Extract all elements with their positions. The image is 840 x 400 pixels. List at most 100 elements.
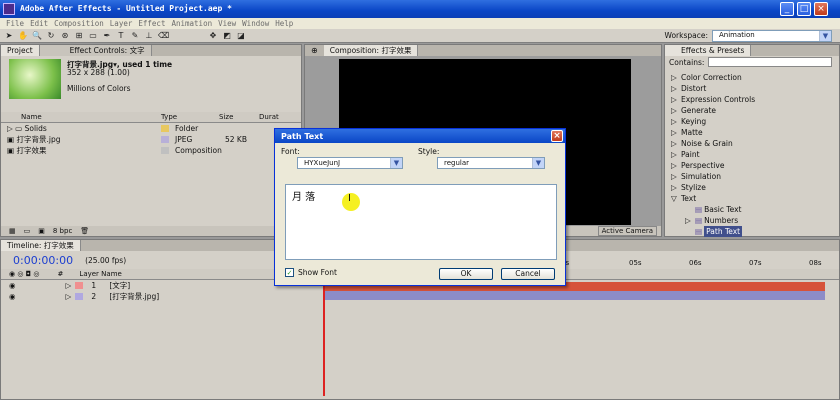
rectangle-mask-icon[interactable]: ▭ bbox=[88, 31, 98, 41]
column-duration[interactable]: Durat bbox=[259, 113, 279, 121]
effects-item[interactable]: ▷ Generate bbox=[665, 105, 839, 116]
interpret-footage-icon[interactable]: ▦ bbox=[9, 227, 16, 235]
label-color-swatch[interactable] bbox=[161, 125, 169, 132]
menu-animation[interactable]: Animation bbox=[171, 19, 212, 28]
world-axis-icon[interactable]: ◪ bbox=[236, 31, 246, 41]
timecode-display[interactable]: 0:00:00:00 bbox=[13, 254, 73, 267]
lock-icon[interactable]: ⊕ bbox=[311, 46, 318, 55]
label-color-swatch[interactable] bbox=[161, 136, 169, 143]
expand-arrow-icon[interactable]: ▷ bbox=[66, 291, 72, 302]
pan-behind-icon[interactable]: ⊞ bbox=[74, 31, 84, 41]
expand-arrow-icon[interactable]: ▷ bbox=[671, 149, 681, 160]
column-name[interactable]: Name bbox=[1, 113, 161, 121]
font-select[interactable]: HYXueJunJ ▼ bbox=[297, 157, 403, 169]
show-font-checkbox[interactable]: ✓ bbox=[285, 268, 294, 277]
maximize-button[interactable]: □ bbox=[797, 2, 811, 16]
time-ruler[interactable]: 4s 05s 06s 07s 08s bbox=[561, 258, 825, 268]
expand-arrow-icon[interactable]: ▷ bbox=[685, 215, 695, 226]
layer-name-header[interactable]: Layer Name bbox=[79, 270, 121, 278]
layer-name[interactable]: [文字] bbox=[109, 280, 130, 291]
project-row[interactable]: ▣ 打字效果 Composition bbox=[1, 145, 301, 156]
axis-icon[interactable]: ✥ bbox=[208, 31, 218, 41]
expand-arrow-icon[interactable]: ▷ bbox=[66, 280, 72, 291]
expand-arrow-icon[interactable]: ▽ bbox=[671, 193, 681, 204]
tab-effect-controls[interactable]: Effect Controls: 文字 bbox=[39, 45, 152, 56]
expand-arrow-icon[interactable]: ▷ bbox=[671, 171, 681, 182]
menu-composition[interactable]: Composition bbox=[54, 19, 104, 28]
new-folder-icon[interactable]: ▭ bbox=[24, 227, 31, 235]
effects-item[interactable]: ▷ Simulation bbox=[665, 171, 839, 182]
expand-arrow-icon[interactable]: ▷ bbox=[671, 182, 681, 193]
tab-effects-presets[interactable]: Effects & Presets bbox=[665, 45, 752, 56]
tab-composition[interactable]: Composition: 打字效果 bbox=[323, 45, 419, 56]
minimize-button[interactable]: _ bbox=[780, 2, 794, 16]
tab-project[interactable]: Project bbox=[1, 45, 40, 56]
effects-item[interactable]: ▤ Basic Text bbox=[665, 204, 839, 215]
pen-tool-icon[interactable]: ✒ bbox=[102, 31, 112, 41]
layer-name[interactable]: [打字背景.jpg] bbox=[109, 291, 159, 302]
layer-bar-2[interactable] bbox=[325, 291, 825, 300]
style-select[interactable]: regular ▼ bbox=[437, 157, 545, 169]
type-tool-icon[interactable]: T bbox=[116, 31, 126, 41]
menu-edit[interactable]: Edit bbox=[30, 19, 48, 28]
label-color-swatch[interactable] bbox=[75, 282, 84, 289]
tab-timeline[interactable]: Timeline: 打字效果 bbox=[1, 240, 81, 251]
expand-arrow-icon[interactable]: ▷ bbox=[671, 116, 681, 127]
dialog-close-button[interactable]: × bbox=[551, 130, 563, 142]
menu-effect[interactable]: Effect bbox=[138, 19, 165, 28]
cancel-button[interactable]: Cancel bbox=[501, 268, 555, 280]
ok-button[interactable]: OK bbox=[439, 268, 493, 280]
zoom-tool-icon[interactable]: 🔍 bbox=[32, 31, 42, 41]
effects-item[interactable]: ▷ Matte bbox=[665, 127, 839, 138]
clone-stamp-icon[interactable]: ⊥ bbox=[144, 31, 154, 41]
workspace-select[interactable]: Animation ▼ bbox=[712, 29, 832, 42]
effects-item[interactable]: ▷ Perspective bbox=[665, 160, 839, 171]
effects-item[interactable]: ▷ ▤ Numbers bbox=[665, 215, 839, 226]
effects-item[interactable]: ▷ Noise & Grain bbox=[665, 138, 839, 149]
effects-item[interactable]: ▷ Stylize bbox=[665, 182, 839, 193]
effects-item[interactable]: ▷ Keying bbox=[665, 116, 839, 127]
effects-item[interactable]: ▽ Text bbox=[665, 193, 839, 204]
menu-layer[interactable]: Layer bbox=[110, 19, 133, 28]
menu-view[interactable]: View bbox=[218, 19, 236, 28]
project-row[interactable]: ▣ 打字背景.jpg JPEG 52 KB bbox=[1, 134, 301, 145]
expand-arrow-icon[interactable]: ▷ bbox=[671, 72, 681, 83]
label-color-swatch[interactable] bbox=[161, 147, 169, 154]
selection-tool-icon[interactable]: ➤ bbox=[4, 31, 14, 41]
brush-tool-icon[interactable]: ✎ bbox=[130, 31, 140, 41]
effects-item[interactable]: ▷ Distort bbox=[665, 83, 839, 94]
hand-tool-icon[interactable]: ✋ bbox=[18, 31, 28, 41]
close-button[interactable]: × bbox=[814, 2, 828, 16]
orbit-camera-icon[interactable]: ⊛ bbox=[60, 31, 70, 41]
ruler-tick: 4s bbox=[561, 259, 629, 267]
menu-file[interactable]: File bbox=[6, 19, 24, 28]
project-row[interactable]: ▷ ▭ Solids Folder bbox=[1, 123, 301, 134]
menu-window[interactable]: Window bbox=[242, 19, 269, 28]
expand-arrow-icon[interactable]: ▷ bbox=[671, 94, 681, 105]
eraser-tool-icon[interactable]: ⌫ bbox=[158, 31, 169, 41]
rotate-tool-icon[interactable]: ↻ bbox=[46, 31, 56, 41]
expand-arrow-icon[interactable]: ▷ bbox=[671, 160, 681, 171]
local-axis-icon[interactable]: ◩ bbox=[222, 31, 232, 41]
effects-item[interactable]: ▷ Color Correction bbox=[665, 72, 839, 83]
label-color-swatch[interactable] bbox=[75, 293, 84, 300]
column-type[interactable]: Type bbox=[161, 113, 219, 121]
active-camera-select[interactable]: Active Camera bbox=[597, 226, 657, 236]
bpc-label[interactable]: 8 bpc bbox=[53, 227, 72, 235]
effects-item[interactable]: ▤ Path Text bbox=[665, 226, 839, 237]
text-entry-area[interactable]: 月 落 I bbox=[285, 184, 557, 260]
contains-input[interactable] bbox=[708, 57, 833, 67]
column-size[interactable]: Size bbox=[219, 113, 259, 121]
effects-item[interactable]: ▷ Expression Controls bbox=[665, 94, 839, 105]
expand-arrow-icon[interactable]: ▷ bbox=[671, 127, 681, 138]
menu-help[interactable]: Help bbox=[275, 19, 293, 28]
delete-icon[interactable]: 🗑 bbox=[80, 227, 89, 235]
effects-item[interactable]: ▷ Paint bbox=[665, 149, 839, 160]
expand-arrow-icon[interactable]: ▷ bbox=[671, 105, 681, 116]
new-comp-icon[interactable]: ▣ bbox=[38, 227, 45, 235]
effects-item-label: Perspective bbox=[681, 161, 725, 170]
expand-arrow-icon[interactable]: ▷ bbox=[671, 138, 681, 149]
eye-icon[interactable]: ◉ bbox=[9, 280, 16, 291]
eye-icon[interactable]: ◉ bbox=[9, 291, 16, 302]
expand-arrow-icon[interactable]: ▷ bbox=[671, 83, 681, 94]
